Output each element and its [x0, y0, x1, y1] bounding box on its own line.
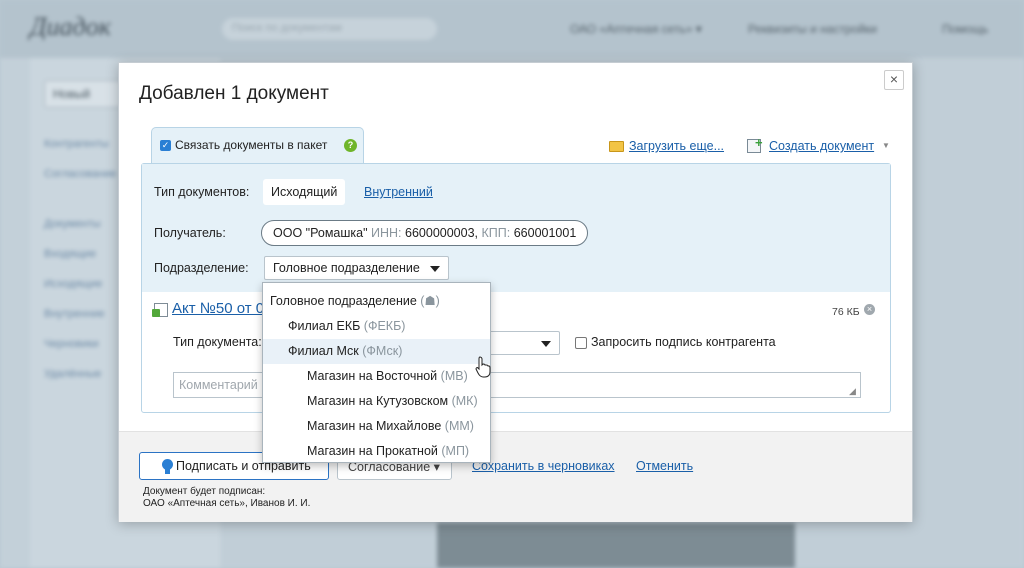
sidebar-item[interactable]: Исходящие: [44, 278, 102, 290]
option-label: Магазин на Прокатной: [307, 444, 438, 458]
sidebar-item[interactable]: Согласование: [44, 168, 116, 180]
request-signature-label: Запросить подпись контрагента: [591, 335, 776, 349]
option-label: Филиал ЕКБ: [288, 319, 361, 333]
sidebar-item[interactable]: Внутренние: [44, 308, 105, 320]
sidebar-item[interactable]: Контрагенты: [44, 138, 109, 150]
dropdown-option[interactable]: Филиал ЕКБ (ФЕКБ): [263, 314, 490, 339]
document-type-label: Тип документа:: [173, 335, 262, 349]
save-draft-link[interactable]: Сохранить в черновиках: [472, 459, 615, 473]
dropdown-option[interactable]: Магазин на Кутузовском (МК): [263, 389, 490, 414]
document-panel: Тип документов: Исходящий Внутренний Пол…: [141, 163, 891, 413]
option-label: Филиал Мск: [288, 344, 359, 358]
add-document-dialog: Добавлен 1 документ × ✓ Связать документ…: [118, 62, 913, 522]
subdivision-select[interactable]: Головное подразделение: [264, 256, 449, 280]
inn-value: 6600000003,: [405, 226, 479, 240]
sidebar-item[interactable]: Удалённые: [44, 368, 101, 380]
dialog-footer: Подписать и отправить Согласование ▾ Сох…: [119, 431, 912, 522]
option-label: Магазин на Восточной: [307, 369, 438, 383]
subdivision-dropdown: Головное подразделение (☗) Филиал ЕКБ (Ф…: [262, 282, 491, 463]
app-logo: Диадок: [30, 12, 111, 41]
org-selector[interactable]: ОАО «Аптечная сеть» ▾: [570, 22, 702, 36]
option-label: Магазин на Михайлове: [307, 419, 442, 433]
plus-icon: +: [755, 135, 763, 150]
help-link[interactable]: Помощь: [942, 22, 988, 36]
video-thumbnail[interactable]: [437, 523, 795, 568]
option-abbr: (МК): [451, 394, 478, 408]
chevron-down-icon[interactable]: ▼: [882, 141, 890, 150]
new-button[interactable]: Новый: [44, 80, 128, 108]
inn-label: ИНН:: [371, 226, 402, 240]
subdivision-label: Подразделение:: [154, 261, 249, 275]
file-size: 76 КБ: [832, 306, 860, 318]
signer-note: Документ будет подписан:: [143, 486, 266, 497]
package-checkbox[interactable]: ✓: [160, 140, 171, 151]
signer-name: ОАО «Аптечная сеть», Иванов И. И.: [143, 498, 311, 509]
recipient-chip[interactable]: ООО "Ромашка" ИНН: 6600000003, КПП: 6600…: [261, 220, 589, 246]
app-header: Диадок Поиск по документам ОАО «Аптечная…: [0, 0, 1024, 58]
ribbon-icon: [165, 468, 170, 474]
dropdown-option[interactable]: Головное подразделение (☗): [263, 289, 490, 314]
request-signature-checkbox[interactable]: [575, 337, 587, 349]
kpp-value: 660001001: [513, 226, 577, 240]
option-label: Магазин на Кутузовском: [307, 394, 449, 408]
option-abbr: (ММ): [444, 419, 474, 433]
sidebar-item[interactable]: Входящие: [44, 248, 96, 260]
option-abbr: (МП): [441, 444, 470, 458]
sidebar-item[interactable]: Черновики: [44, 338, 99, 350]
doc-type-outgoing[interactable]: Исходящий: [263, 179, 346, 205]
folder-icon: [609, 141, 624, 152]
hand-cursor-icon: [475, 356, 491, 378]
package-settings: Тип документов: Исходящий Внутренний Пол…: [142, 164, 890, 292]
close-button[interactable]: ×: [884, 70, 904, 90]
sidebar-item[interactable]: Документы: [44, 218, 101, 230]
create-document-link[interactable]: Создать документ: [769, 139, 874, 153]
remove-icon[interactable]: ×: [864, 304, 875, 315]
dropdown-option-highlighted[interactable]: Филиал Мск (ФМск): [263, 339, 490, 364]
settings-link[interactable]: Реквизиты и настройки: [748, 22, 877, 36]
dropdown-option[interactable]: Магазин на Михайлове (ММ): [263, 414, 490, 439]
package-tab[interactable]: ✓ Связать документы в пакет ?: [151, 127, 364, 163]
kpp-label: КПП:: [481, 226, 511, 240]
option-abbr: (☗): [420, 294, 440, 308]
cancel-link[interactable]: Отменить: [636, 459, 693, 473]
subdivision-value: Головное подразделение: [273, 261, 420, 275]
caret-down-icon: [429, 266, 440, 272]
option-abbr: (МВ): [440, 369, 468, 383]
caret-down-icon: [541, 341, 551, 347]
help-icon[interactable]: ?: [344, 139, 357, 152]
option-abbr: (ФЕКБ): [363, 319, 406, 333]
dropdown-option[interactable]: Магазин на Прокатной (МП): [263, 439, 490, 464]
document-link[interactable]: Акт №50 от 0: [172, 300, 264, 317]
doc-type-label: Тип документов:: [154, 185, 250, 199]
dialog-title: Добавлен 1 документ: [139, 83, 329, 104]
upload-more-link[interactable]: Загрузить еще...: [629, 139, 724, 153]
recipient-name: ООО "Ромашка": [273, 226, 368, 240]
package-label: Связать документы в пакет: [175, 138, 328, 152]
option-abbr: (ФМск): [362, 344, 403, 358]
status-badge-icon: [152, 309, 160, 317]
recipient-label: Получатель:: [154, 226, 226, 240]
resize-handle-icon[interactable]: ◢: [849, 386, 856, 397]
option-label: Головное подразделение: [270, 294, 417, 308]
search-input[interactable]: Поиск по документам: [222, 18, 437, 40]
dropdown-option[interactable]: Магазин на Восточной (МВ): [263, 364, 490, 389]
doc-type-internal[interactable]: Внутренний: [364, 185, 433, 199]
